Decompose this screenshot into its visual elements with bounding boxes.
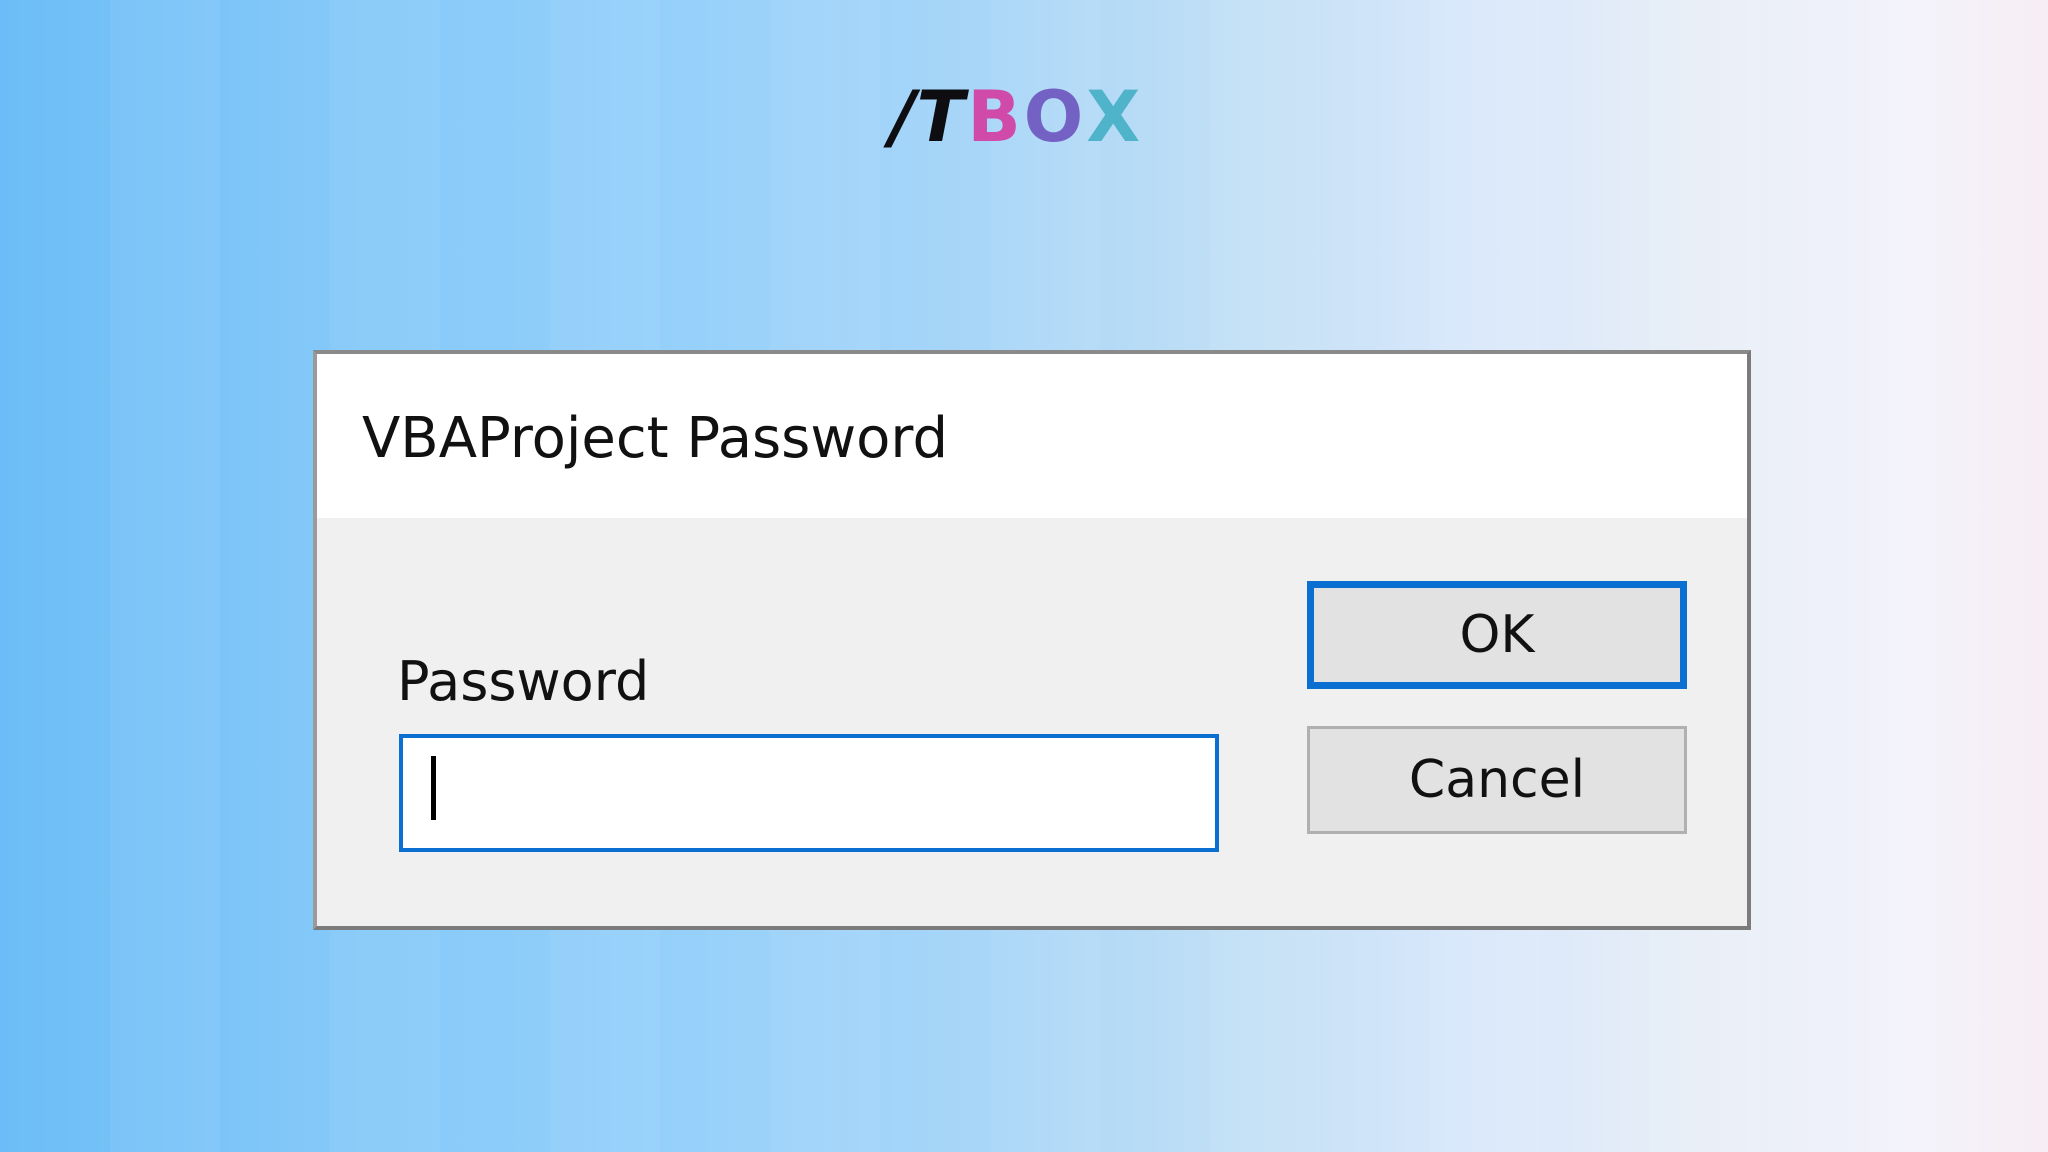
vbaproject-password-dialog: VBAProject Password Password OK Cancel <box>313 350 1751 930</box>
logo-slash-t: /T <box>890 76 966 158</box>
text-caret <box>431 756 436 820</box>
cancel-button[interactable]: Cancel <box>1307 726 1687 834</box>
dialog-title: VBAProject Password <box>362 406 949 471</box>
dialog-titlebar[interactable]: VBAProject Password <box>317 354 1747 518</box>
itbox-logo: /T B O X <box>890 82 1141 152</box>
logo-b: B <box>967 76 1022 158</box>
logo-x: X <box>1086 76 1142 158</box>
ok-button[interactable]: OK <box>1307 581 1687 689</box>
password-input[interactable] <box>399 734 1219 852</box>
logo-o: O <box>1023 76 1085 158</box>
password-label: Password <box>397 650 650 713</box>
